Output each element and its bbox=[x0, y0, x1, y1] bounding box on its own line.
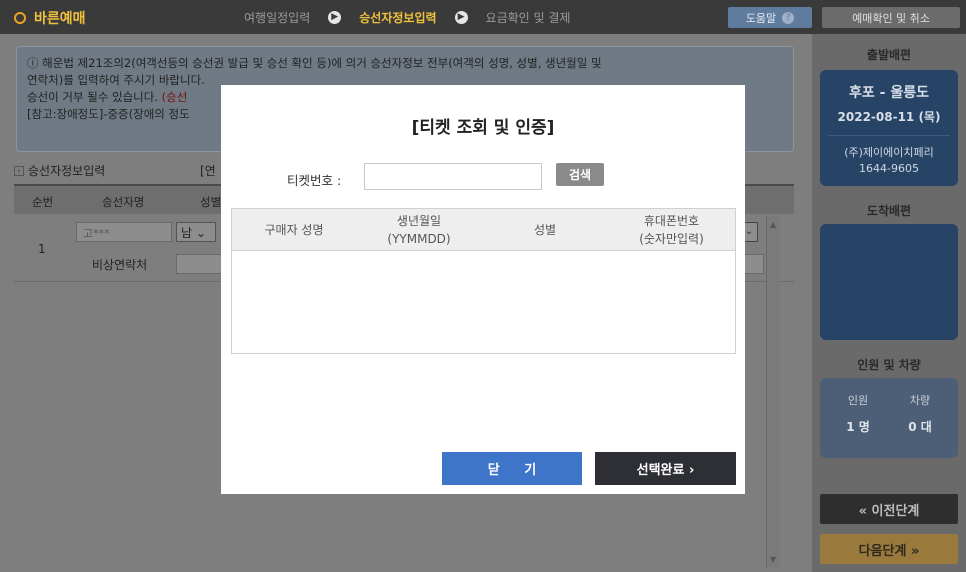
col-gender: 성별 bbox=[533, 223, 557, 237]
modal-title: [티켓 조회 및 인증] bbox=[411, 118, 555, 138]
emergency-contact-label: 비상연락처 bbox=[92, 258, 148, 272]
top-bar: 바른예매 여행일정입력 ▶ 승선자정보입력 ▶ 요금확인 및 결제 도움말 ? … bbox=[0, 0, 966, 34]
vehicle-count: 차량 0 대 bbox=[908, 394, 932, 434]
notice-line-1: ⓘ 해운법 제21조의2(여객선등의 승선권 발급 및 승선 확인 등)에 의거… bbox=[27, 56, 602, 70]
header-name: 승선자명 bbox=[102, 195, 145, 209]
col-birthdate: 생년월일 (YYMMDD) bbox=[387, 214, 451, 246]
step-schedule: 여행일정입력 bbox=[244, 11, 311, 25]
ticket-number-input[interactable] bbox=[364, 163, 542, 190]
reservation-confirm-button[interactable]: 예매확인 및 취소 bbox=[822, 7, 960, 28]
step-passenger-info: 승선자정보입력 bbox=[359, 11, 437, 25]
people-count: 인원 1 명 bbox=[846, 394, 870, 434]
header-num: 순번 bbox=[32, 195, 54, 209]
company-phone: 1644-9605 bbox=[859, 162, 919, 175]
counts-card: 인원 1 명 차량 0 대 bbox=[820, 378, 958, 458]
brand[interactable]: 바른예매 bbox=[14, 8, 86, 28]
info-icon: ⓘ bbox=[27, 56, 43, 70]
ticket-result-table: 구매자 성명 생년월일 (YYMMDD) 성별 휴대폰번호 (숫자만입력) bbox=[231, 208, 736, 354]
people-vehicle-title: 인원 및 차량 bbox=[857, 358, 921, 372]
step-navigation: 여행일정입력 ▶ 승선자정보입력 ▶ 요금확인 및 결제 bbox=[244, 9, 570, 26]
next-step-button[interactable]: 다음단계 » bbox=[820, 534, 958, 564]
close-button[interactable]: 닫 기 bbox=[442, 452, 582, 485]
passenger-name-field[interactable]: 고*** bbox=[76, 222, 172, 242]
chevron-down-icon: ⌄ bbox=[195, 226, 206, 240]
brand-name: 바른예매 bbox=[34, 11, 86, 27]
col-phone: 휴대폰번호 (숫자만입력) bbox=[639, 214, 704, 246]
select-complete-button[interactable]: 선택완료 › bbox=[595, 452, 736, 485]
departure-card: 후포 - 울릉도 2022-08-11 (목) (주)제이에이치페리 1644-… bbox=[820, 70, 958, 186]
section-link[interactable]: [연 bbox=[200, 162, 216, 179]
result-table-header: 구매자 성명 생년월일 (YYMMDD) 성별 휴대폰번호 (숫자만입력) bbox=[232, 209, 735, 251]
header-gender: 성별 bbox=[200, 195, 222, 209]
step-payment: 요금확인 및 결제 bbox=[485, 11, 571, 25]
route: 후포 - 울릉도 bbox=[849, 85, 929, 101]
brand-ring-icon bbox=[14, 12, 26, 24]
divider bbox=[828, 135, 950, 136]
row-number: 1 bbox=[38, 242, 46, 256]
prev-step-button[interactable]: « 이전단계 bbox=[820, 494, 958, 524]
chevron-right-icon: › bbox=[14, 165, 24, 176]
sidebar: 출발배편 후포 - 울릉도 2022-08-11 (목) (주)제이에이치페리 … bbox=[812, 34, 966, 572]
search-button[interactable]: 검색 bbox=[556, 163, 604, 186]
help-label: 도움말 bbox=[745, 11, 777, 25]
col-buyer-name: 구매자 성명 bbox=[264, 223, 324, 237]
scroll-up-icon[interactable]: ▲ bbox=[770, 220, 776, 229]
gender-select[interactable]: 남 ⌄ bbox=[176, 222, 216, 242]
arrival-card bbox=[820, 224, 958, 340]
step-arrow-icon: ▶ bbox=[328, 11, 342, 24]
section-title: › 승선자정보입력 bbox=[14, 162, 105, 179]
departure-date: 2022-08-11 (목) bbox=[837, 110, 941, 124]
departure-title: 출발배편 bbox=[866, 48, 912, 62]
question-icon: ? bbox=[782, 11, 795, 24]
company-name: (주)제이에이치페리 bbox=[844, 146, 934, 159]
arrival-title: 도착배편 bbox=[866, 204, 912, 218]
step-arrow-icon: ▶ bbox=[454, 11, 468, 24]
scrollbar[interactable]: ▲ ▼ bbox=[766, 216, 780, 568]
scroll-down-icon[interactable]: ▼ bbox=[770, 555, 776, 564]
ticket-lookup-modal: [티켓 조회 및 인증] 티켓번호 : 검색 구매자 성명 생년월일 (YYMM… bbox=[221, 85, 745, 494]
ticket-number-label: 티켓번호 : bbox=[287, 173, 342, 188]
help-button[interactable]: 도움말 ? bbox=[728, 7, 812, 28]
